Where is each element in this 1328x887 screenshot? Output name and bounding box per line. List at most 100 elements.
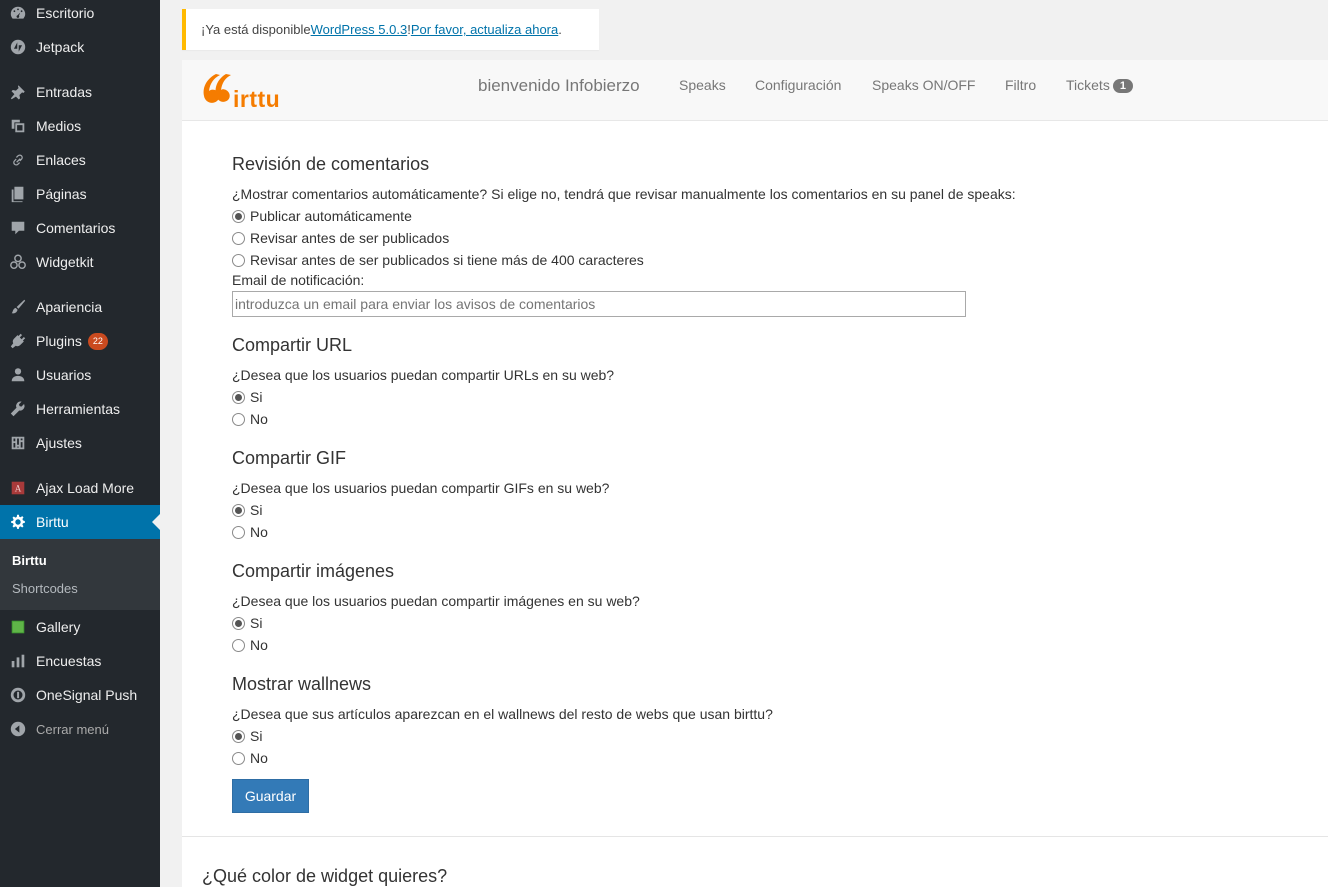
sidebar-item-entradas[interactable]: Entradas <box>0 75 160 109</box>
section-title-wallnews: Mostrar wallnews <box>232 674 372 694</box>
brush-icon <box>0 290 36 324</box>
radio-button[interactable] <box>232 751 245 765</box>
media-icon <box>0 109 36 143</box>
email-notification-input[interactable] <box>232 291 966 317</box>
radio-url-no[interactable]: No <box>232 411 268 427</box>
sidebar-item-gallery[interactable]: Gallery <box>0 610 160 644</box>
widgetkit-icon <box>0 245 36 279</box>
radio-label: No <box>250 524 268 540</box>
sidebar-item-birttu[interactable]: Birttu <box>0 505 160 539</box>
sidebar-item-label: OneSignal Push <box>36 687 138 703</box>
radio-button[interactable] <box>232 729 245 743</box>
radio-button[interactable] <box>232 525 245 539</box>
radio-wallnews-si[interactable]: Si <box>232 728 262 744</box>
gear-icon <box>0 505 36 539</box>
radio-url-si[interactable]: Si <box>232 389 262 405</box>
section-title-images: Compartir imágenes <box>232 561 395 581</box>
sidebar-item-apariencia[interactable]: Apariencia <box>0 290 160 324</box>
radio-review-before[interactable]: Revisar antes de ser publicados <box>232 230 449 246</box>
radio-button[interactable] <box>232 253 245 267</box>
gallery-icon <box>0 610 36 644</box>
wordpress-version-link[interactable]: WordPress 5.0.3 <box>311 22 408 37</box>
sidebar-item-ajustes[interactable]: Ajustes <box>0 426 160 460</box>
notice-suffix: . <box>558 22 562 37</box>
sidebar-item-label: Escritorio <box>36 5 95 21</box>
section-title-review: Revisión de comentarios <box>232 154 430 174</box>
plugins-update-badge: 22 <box>87 332 108 350</box>
nav-link-tickets[interactable]: Tickets 1 <box>1066 77 1133 93</box>
radio-button[interactable] <box>232 390 245 404</box>
submenu-item-birttu[interactable]: Birttu <box>12 553 47 568</box>
link-icon <box>0 143 36 177</box>
radio-images-no[interactable]: No <box>232 637 268 653</box>
radio-button[interactable] <box>232 231 245 245</box>
radio-review-auto[interactable]: Publicar automáticamente <box>232 208 412 224</box>
widget-color-title: ¿Qué color de widget quieres? <box>202 866 448 886</box>
update-now-link[interactable]: Por favor, actualiza ahora <box>411 22 558 37</box>
nav-link-filtro[interactable]: Filtro <box>1005 77 1036 93</box>
birttu-logo[interactable]: irttu <box>200 68 290 113</box>
nav-link-speaks-on-off[interactable]: Speaks ON/OFF <box>872 77 975 93</box>
question-wallnews: ¿Desea que sus artículos aparezcan en el… <box>232 706 773 722</box>
sidebar-collapse-menu[interactable]: Cerrar menú <box>0 712 160 746</box>
dashboard-icon <box>0 0 36 30</box>
notice-prefix: ¡Ya está disponible <box>201 22 311 37</box>
radio-images-si[interactable]: Si <box>232 615 262 631</box>
nav-link-speaks[interactable]: Speaks <box>679 77 726 93</box>
nav-link-tickets-label: Tickets <box>1066 77 1110 93</box>
radio-button[interactable] <box>232 503 245 517</box>
radio-review-400[interactable]: Revisar antes de ser publicados si tiene… <box>232 252 644 268</box>
admin-sidebar: Escritorio Jetpack Entradas Medios Enlac… <box>0 0 160 887</box>
radio-label: Revisar antes de ser publicados si tiene… <box>250 252 644 268</box>
radio-button[interactable] <box>232 638 245 652</box>
settings-sliders-icon <box>0 426 36 460</box>
birttu-logo-text: irttu <box>233 86 281 112</box>
question-images: ¿Desea que los usuarios puedan compartir… <box>232 593 640 609</box>
question-review: ¿Mostrar comentarios automáticamente? Si… <box>232 186 1016 202</box>
radio-label: Si <box>250 389 263 405</box>
sidebar-item-usuarios[interactable]: Usuarios <box>0 358 160 392</box>
radio-label: Publicar automáticamente <box>250 208 412 224</box>
sidebar-item-label: Enlaces <box>36 152 86 168</box>
submenu-item-shortcodes[interactable]: Shortcodes <box>12 581 78 596</box>
sidebar-item-jetpack[interactable]: Jetpack <box>0 30 160 64</box>
sidebar-item-label: Encuestas <box>36 653 102 669</box>
birttu-settings-panel: irttu bienvenido Infobierzo Speaks Confi… <box>182 60 1328 887</box>
radio-wallnews-no[interactable]: No <box>232 750 268 766</box>
radio-button[interactable] <box>232 616 245 630</box>
sidebar-item-encuestas[interactable]: Encuestas <box>0 644 160 678</box>
save-button[interactable]: Guardar <box>232 779 309 813</box>
sidebar-item-ajax-load-more[interactable]: A Ajax Load More <box>0 471 160 505</box>
radio-gif-no[interactable]: No <box>232 524 268 540</box>
bar-chart-icon <box>0 644 36 678</box>
navbar-brand[interactable]: bienvenido Infobierzo <box>478 76 640 96</box>
sidebar-item-medios[interactable]: Medios <box>0 109 160 143</box>
nav-link-configuracion[interactable]: Configuración <box>755 77 841 93</box>
sidebar-item-enlaces[interactable]: Enlaces <box>0 143 160 177</box>
sidebar-item-label: Widgetkit <box>36 254 94 270</box>
question-url: ¿Desea que los usuarios puedan compartir… <box>232 367 615 383</box>
sidebar-item-comentarios[interactable]: Comentarios <box>0 211 160 245</box>
sidebar-item-label: Comentarios <box>36 220 116 236</box>
jetpack-icon <box>0 30 36 64</box>
radio-button[interactable] <box>232 412 245 426</box>
sidebar-item-escritorio[interactable]: Escritorio <box>0 0 160 30</box>
section-title-gif: Compartir GIF <box>232 448 347 468</box>
radio-gif-si[interactable]: Si <box>232 502 262 518</box>
birttu-navbar: irttu bienvenido Infobierzo Speaks Confi… <box>182 60 1328 121</box>
radio-label: Si <box>250 728 263 744</box>
birttu-submenu: Birttu Shortcodes <box>0 539 160 610</box>
radio-label: Si <box>250 615 263 631</box>
svg-text:A: A <box>15 484 22 494</box>
sidebar-item-plugins[interactable]: Plugins 22 <box>0 324 160 358</box>
sidebar-item-label: Herramientas <box>36 401 121 417</box>
sidebar-item-widgetkit[interactable]: Widgetkit <box>0 245 160 279</box>
onesignal-icon <box>0 678 36 712</box>
pages-icon <box>0 177 36 211</box>
sidebar-item-label: Jetpack <box>36 39 85 55</box>
radio-label: No <box>250 637 268 653</box>
sidebar-item-onesignal[interactable]: OneSignal Push <box>0 678 160 712</box>
sidebar-item-paginas[interactable]: Páginas <box>0 177 160 211</box>
radio-button[interactable] <box>232 209 245 223</box>
sidebar-item-herramientas[interactable]: Herramientas <box>0 392 160 426</box>
